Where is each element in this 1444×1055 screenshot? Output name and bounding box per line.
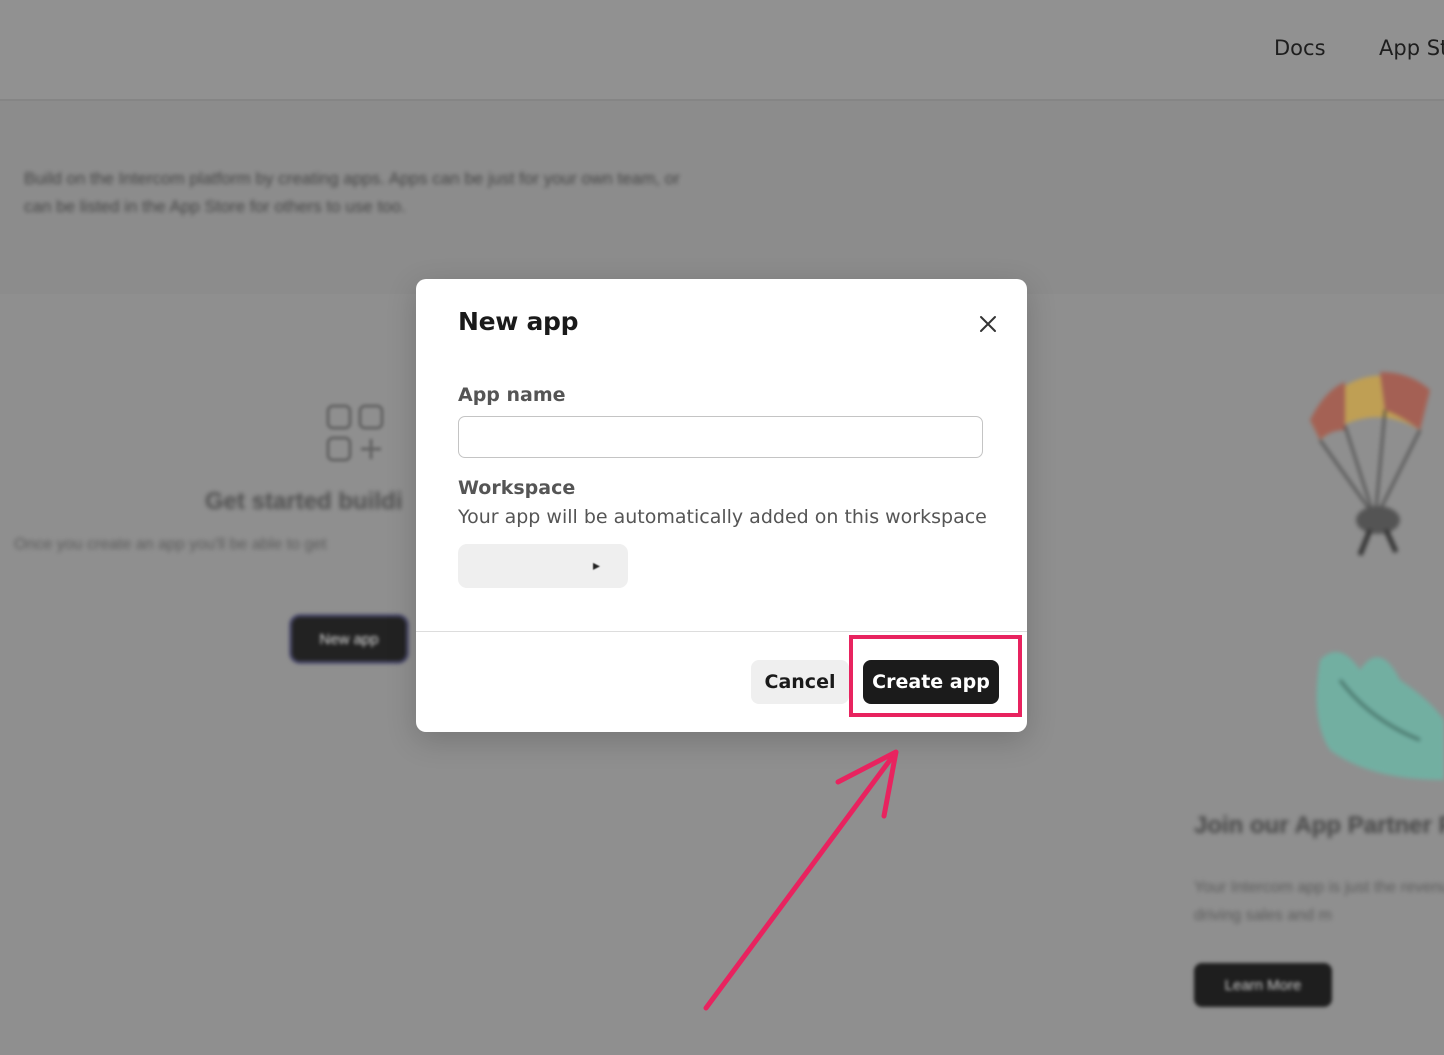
leaf-illustration <box>1316 652 1444 780</box>
workspace-label: Workspace <box>458 477 576 499</box>
page-description: Build on the Intercom platform by creati… <box>24 169 680 216</box>
modal-title: New app <box>458 307 579 336</box>
nav-link-app-store[interactable]: App St <box>1379 36 1444 60</box>
app-name-label: App name <box>458 384 566 406</box>
workspace-select[interactable]: ▸ <box>458 544 628 588</box>
modal-footer-divider <box>416 631 1027 632</box>
workspace-hint: Your app will be automatically added on … <box>458 506 987 528</box>
cancel-button[interactable]: Cancel <box>751 660 849 704</box>
empty-state-title: Get started buildi <box>205 488 403 515</box>
create-app-button[interactable]: Create app <box>863 660 999 704</box>
learn-more-button[interactable]: Learn More <box>1194 963 1332 1007</box>
app-name-input[interactable] <box>458 416 983 458</box>
page-header-section: Build on the Intercom platform by creati… <box>0 101 1444 294</box>
close-icon <box>980 316 996 332</box>
parachute-illustration <box>1310 372 1430 556</box>
partner-program-title: Join our App Partner P <box>1194 812 1444 839</box>
apps-grid-icon <box>326 404 384 462</box>
empty-state-description: Once you create an app you'll be able to… <box>14 536 327 553</box>
close-button[interactable] <box>972 308 1004 340</box>
nav-link-docs[interactable]: Docs <box>1274 36 1326 60</box>
partner-program-description: Your Intercom app is just the revenue dr… <box>1194 879 1444 924</box>
chevron-down-icon: ▸ <box>593 557 601 573</box>
new-app-button[interactable]: New app <box>292 617 406 661</box>
new-app-modal: New app App name Workspace Your app will… <box>416 279 1027 732</box>
top-navigation-bar: Docs App St <box>0 0 1444 101</box>
